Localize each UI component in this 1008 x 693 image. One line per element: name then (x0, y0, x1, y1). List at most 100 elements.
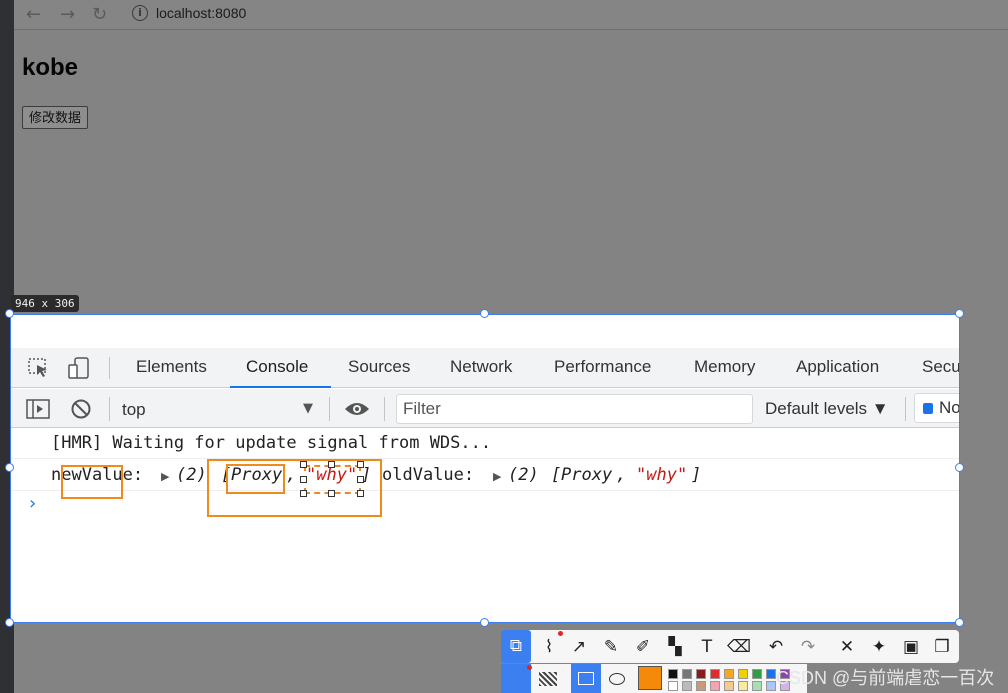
expand-triangle-icon[interactable]: ▶ (493, 470, 501, 483)
chevron-down-icon[interactable]: ▼ (303, 401, 313, 416)
new-value-count: (2) (176, 465, 207, 485)
color-swatch[interactable] (738, 681, 748, 691)
eraser-tool-icon[interactable]: ⌫ (726, 634, 752, 660)
text-tool-icon[interactable]: T (694, 634, 720, 660)
color-swatch[interactable] (752, 669, 762, 679)
annotation-handle[interactable] (357, 490, 364, 497)
color-swatch[interactable] (682, 669, 692, 679)
modify-data-button[interactable]: 修改数据 (22, 106, 89, 129)
old-value-close-bracket: ] (691, 465, 702, 485)
color-swatch[interactable] (724, 681, 734, 691)
capture-size-label: 946 x 306 (11, 295, 79, 312)
color-swatch[interactable] (682, 681, 692, 691)
copy-icon[interactable]: ❐ (929, 634, 955, 660)
divider (905, 397, 906, 421)
mosaic-tool-icon[interactable]: ▚ (662, 634, 688, 660)
annotation-handle[interactable] (300, 461, 307, 468)
back-icon[interactable]: ← (26, 4, 41, 25)
annotation-handle[interactable] (300, 476, 307, 483)
annotation-handle[interactable] (328, 461, 335, 468)
watermark: CSDN @与前端虐恋一百次 (776, 668, 995, 688)
site-info-icon[interactable]: i (132, 5, 148, 21)
arrow-tool-icon[interactable]: ↗ (566, 634, 592, 660)
color-swatch[interactable] (710, 669, 720, 679)
divider (109, 397, 110, 421)
capture-selection[interactable]: Elements Console Sources Network Perform… (10, 314, 960, 623)
reload-icon[interactable]: ↻ (92, 4, 107, 25)
redo-icon[interactable]: ↷ (795, 634, 821, 660)
old-value-open-bracket: [ (551, 465, 562, 485)
tab-memory[interactable]: Memory (694, 348, 755, 388)
resize-handle[interactable] (5, 309, 14, 318)
resize-handle[interactable] (480, 618, 489, 627)
url-text[interactable]: localhost:8080 (156, 5, 246, 21)
resize-handle[interactable] (5, 463, 14, 472)
undo-icon[interactable]: ↶ (763, 634, 789, 660)
shape-tool-icon[interactable]: ⧉ (501, 630, 531, 663)
expand-triangle-icon[interactable]: ▶ (161, 470, 169, 483)
forward-icon[interactable]: → (60, 4, 75, 25)
old-value-why: "why" (636, 465, 688, 485)
close-icon[interactable]: ✕ (834, 634, 860, 660)
tab-network[interactable]: Network (450, 348, 512, 388)
page-heading: kobe (22, 54, 79, 81)
tab-application[interactable]: Application (796, 348, 879, 388)
console-line-watch[interactable]: newValue: ▶ (2) [ Proxy , "why" ] oldVal… (11, 461, 959, 491)
divider (109, 357, 110, 379)
pen-tool-icon[interactable]: ✎ (598, 634, 624, 660)
pin-icon[interactable]: ✦ (866, 634, 892, 660)
annotation-handle[interactable] (328, 490, 335, 497)
address-bar: ← → ↻ i localhost:8080 (14, 0, 1008, 30)
annotation-handle[interactable] (300, 490, 307, 497)
color-swatch[interactable] (668, 669, 678, 679)
eye-icon[interactable] (344, 401, 370, 417)
fill-pattern-icon[interactable] (539, 672, 557, 686)
resize-handle[interactable] (480, 309, 489, 318)
marker-tool-icon[interactable]: ✐ (630, 634, 656, 660)
sidebar-toggle-icon[interactable] (26, 399, 50, 419)
devtools-tabbar: Elements Console Sources Network Perform… (11, 348, 959, 388)
annotation-handle[interactable] (357, 476, 364, 483)
ellipse-shape-icon[interactable] (609, 673, 625, 685)
tab-elements[interactable]: Elements (136, 348, 207, 388)
tab-console[interactable]: Console (230, 348, 331, 388)
selected-color-swatch[interactable] (638, 666, 662, 690)
filter-input[interactable]: Filter (396, 394, 753, 424)
tab-performance[interactable]: Performance (554, 348, 651, 388)
color-swatch[interactable] (766, 681, 776, 691)
device-toolbar-icon[interactable] (67, 357, 91, 379)
context-select[interactable]: top (122, 400, 146, 420)
resize-handle[interactable] (955, 309, 964, 318)
console-prompt[interactable]: › (29, 493, 36, 514)
color-swatch[interactable] (724, 669, 734, 679)
color-swatch[interactable] (752, 681, 762, 691)
tab-security[interactable]: Security (922, 348, 959, 388)
polyline-tool-icon[interactable]: ⌇ (536, 634, 562, 660)
dot-indicator (558, 631, 563, 636)
console-message: [HMR] Waiting for update signal from WDS… (51, 433, 492, 453)
inspect-element-icon[interactable] (28, 358, 50, 378)
annotation-rect[interactable] (226, 464, 285, 494)
issues-flag-icon (923, 403, 933, 414)
resize-handle[interactable] (955, 618, 964, 627)
color-swatch[interactable] (710, 681, 720, 691)
tab-sources[interactable]: Sources (348, 348, 410, 388)
color-swatch[interactable] (766, 669, 776, 679)
old-value-proxy: Proxy (561, 465, 613, 485)
annotation-handle[interactable] (357, 461, 364, 468)
annotation-rect[interactable] (61, 465, 123, 499)
resize-handle[interactable] (5, 618, 14, 627)
color-swatch[interactable] (668, 681, 678, 691)
color-swatch[interactable] (696, 681, 706, 691)
resize-handle[interactable] (955, 463, 964, 472)
clear-console-icon[interactable] (70, 398, 92, 420)
save-icon[interactable]: ▣ (898, 634, 924, 660)
old-value-count: (2) (508, 465, 539, 485)
color-swatch[interactable] (696, 669, 706, 679)
issues-button[interactable]: No Issues (914, 393, 959, 423)
rectangle-shape-icon[interactable] (571, 664, 601, 693)
color-swatch[interactable] (738, 669, 748, 679)
log-levels-dropdown[interactable]: Default levels ▼ (765, 399, 889, 419)
console-line-hmr: [HMR] Waiting for update signal from WDS… (11, 429, 959, 459)
console-toolbar: top ▼ Filter Default levels ▼ No Issues (11, 389, 959, 428)
